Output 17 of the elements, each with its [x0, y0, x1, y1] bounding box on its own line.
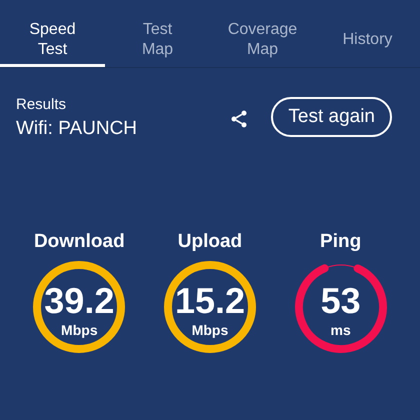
gauge-value: 15.2 — [174, 283, 246, 320]
gauge-unit: Mbps — [61, 323, 98, 338]
test-again-button[interactable]: Test again — [271, 97, 392, 138]
share-icon[interactable] — [229, 109, 250, 130]
gauge-value: 53 — [320, 283, 361, 320]
gauge-label: Upload — [178, 232, 242, 252]
gauge-label: Ping — [320, 232, 362, 252]
tab[interactable]: Coverage Map — [210, 16, 315, 67]
tab[interactable]: Speed Test — [0, 16, 105, 67]
tab[interactable]: Test Map — [105, 16, 210, 67]
network-name: Wifi: PAUNCH — [16, 116, 138, 140]
gauge-unit: ms — [330, 323, 351, 338]
results-heading: Results — [16, 95, 68, 115]
gauge-label: Download — [34, 232, 125, 252]
tab[interactable]: History — [315, 16, 420, 67]
gauge-value: 39.2 — [44, 283, 114, 320]
gauge-unit: Mbps — [192, 323, 228, 338]
